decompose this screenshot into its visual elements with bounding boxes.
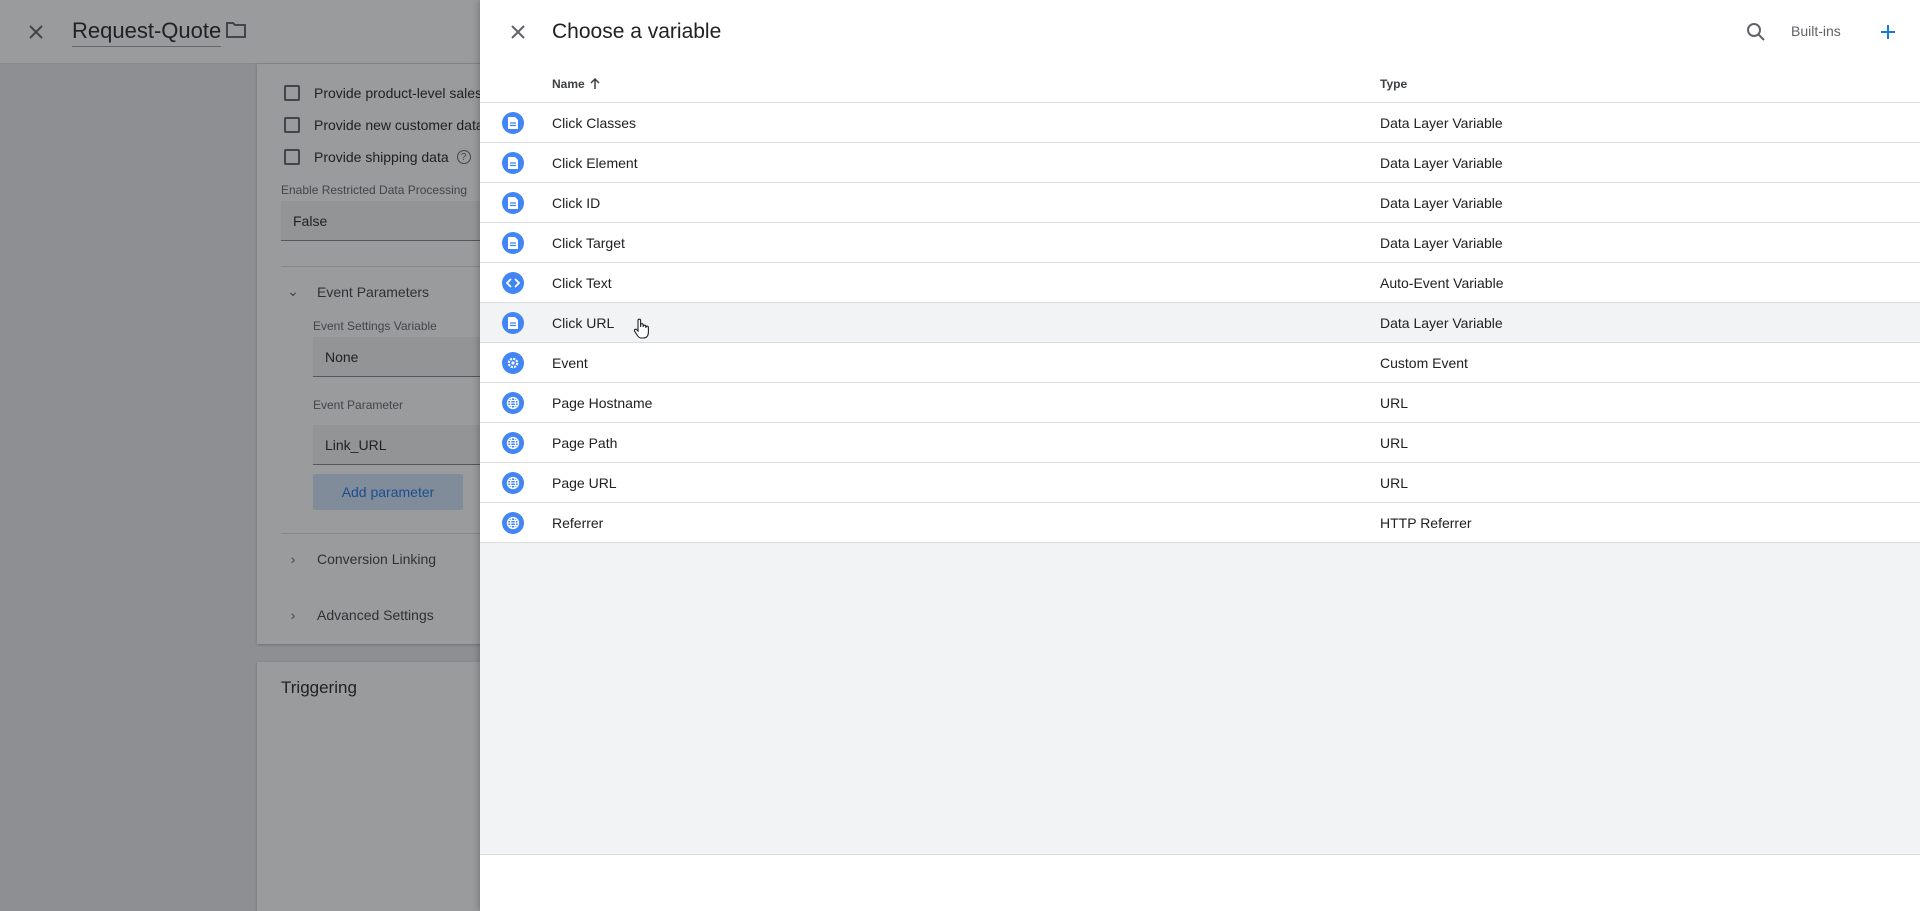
document-icon	[502, 152, 524, 174]
column-header-name[interactable]: Name	[552, 77, 600, 91]
variable-name: Page URL	[552, 475, 617, 491]
variable-name: Click URL	[552, 315, 615, 331]
document-icon	[502, 192, 524, 214]
column-header-label: Name	[552, 77, 585, 91]
panel-footer	[480, 854, 1920, 911]
panel-header: Choose a variable Built-ins	[480, 0, 1920, 64]
builtins-button[interactable]: Built-ins	[1791, 23, 1841, 39]
table-row[interactable]: Event Custom Event	[480, 343, 1920, 383]
variable-name: Click ID	[552, 195, 601, 211]
add-icon[interactable]	[1874, 18, 1902, 46]
variable-name: Click Classes	[552, 115, 637, 131]
column-header-type[interactable]: Type	[1380, 77, 1407, 91]
variable-type: Data Layer Variable	[1380, 115, 1503, 131]
variable-type: Custom Event	[1380, 355, 1468, 371]
table-row[interactable]: Click ID Data Layer Variable	[480, 183, 1920, 223]
table-header: Name Type	[480, 64, 1920, 103]
table-row[interactable]: Page Hostname URL	[480, 383, 1920, 423]
choose-variable-panel: Choose a variable Built-ins Name Type Cl…	[480, 0, 1920, 911]
table-row[interactable]: Click Classes Data Layer Variable	[480, 103, 1920, 143]
panel-title: Choose a variable	[552, 20, 722, 43]
variable-type: Data Layer Variable	[1380, 235, 1503, 251]
document-icon	[502, 232, 524, 254]
table-body: Click Classes Data Layer Variable Click El…	[480, 103, 1920, 543]
variables-table: Name Type Click Classes Data Layer Variab…	[480, 64, 1920, 543]
variable-name: Event	[552, 355, 588, 371]
table-row[interactable]: Click URL Data Layer Variable	[480, 303, 1920, 343]
table-row[interactable]: Click Text Auto-Event Variable	[480, 263, 1920, 303]
variable-name: Click Target	[552, 235, 625, 251]
variable-type: Data Layer Variable	[1380, 195, 1503, 211]
variable-type: URL	[1380, 475, 1409, 491]
variable-type: URL	[1380, 395, 1409, 411]
variable-type: Data Layer Variable	[1380, 155, 1503, 171]
variable-type: HTTP Referrer	[1380, 515, 1472, 531]
variable-type: Data Layer Variable	[1380, 315, 1503, 331]
search-icon[interactable]	[1742, 18, 1770, 46]
variable-name: Page Hostname	[552, 395, 653, 411]
document-icon	[502, 312, 524, 334]
variable-type: Auto-Event Variable	[1380, 275, 1504, 291]
document-icon	[502, 112, 524, 134]
variable-name: Click Element	[552, 155, 638, 171]
variable-name: Click Text	[552, 275, 612, 291]
table-row[interactable]: Click Target Data Layer Variable	[480, 223, 1920, 263]
variable-name: Page Path	[552, 435, 618, 451]
table-row[interactable]: Click Element Data Layer Variable	[480, 143, 1920, 183]
table-row[interactable]: Page Path URL	[480, 423, 1920, 463]
variable-name: Referrer	[552, 515, 604, 531]
pointer-cursor-icon	[633, 318, 651, 345]
code-icon	[502, 272, 524, 294]
globe-icon	[502, 392, 524, 414]
variable-type: URL	[1380, 435, 1409, 451]
table-row[interactable]: Referrer HTTP Referrer	[480, 503, 1920, 543]
globe-icon	[502, 432, 524, 454]
close-icon[interactable]	[504, 18, 532, 46]
gear-icon	[502, 352, 524, 374]
sort-arrow-up-icon	[590, 78, 600, 89]
globe-icon	[502, 472, 524, 494]
globe-icon	[502, 512, 524, 534]
table-row[interactable]: Page URL URL	[480, 463, 1920, 503]
